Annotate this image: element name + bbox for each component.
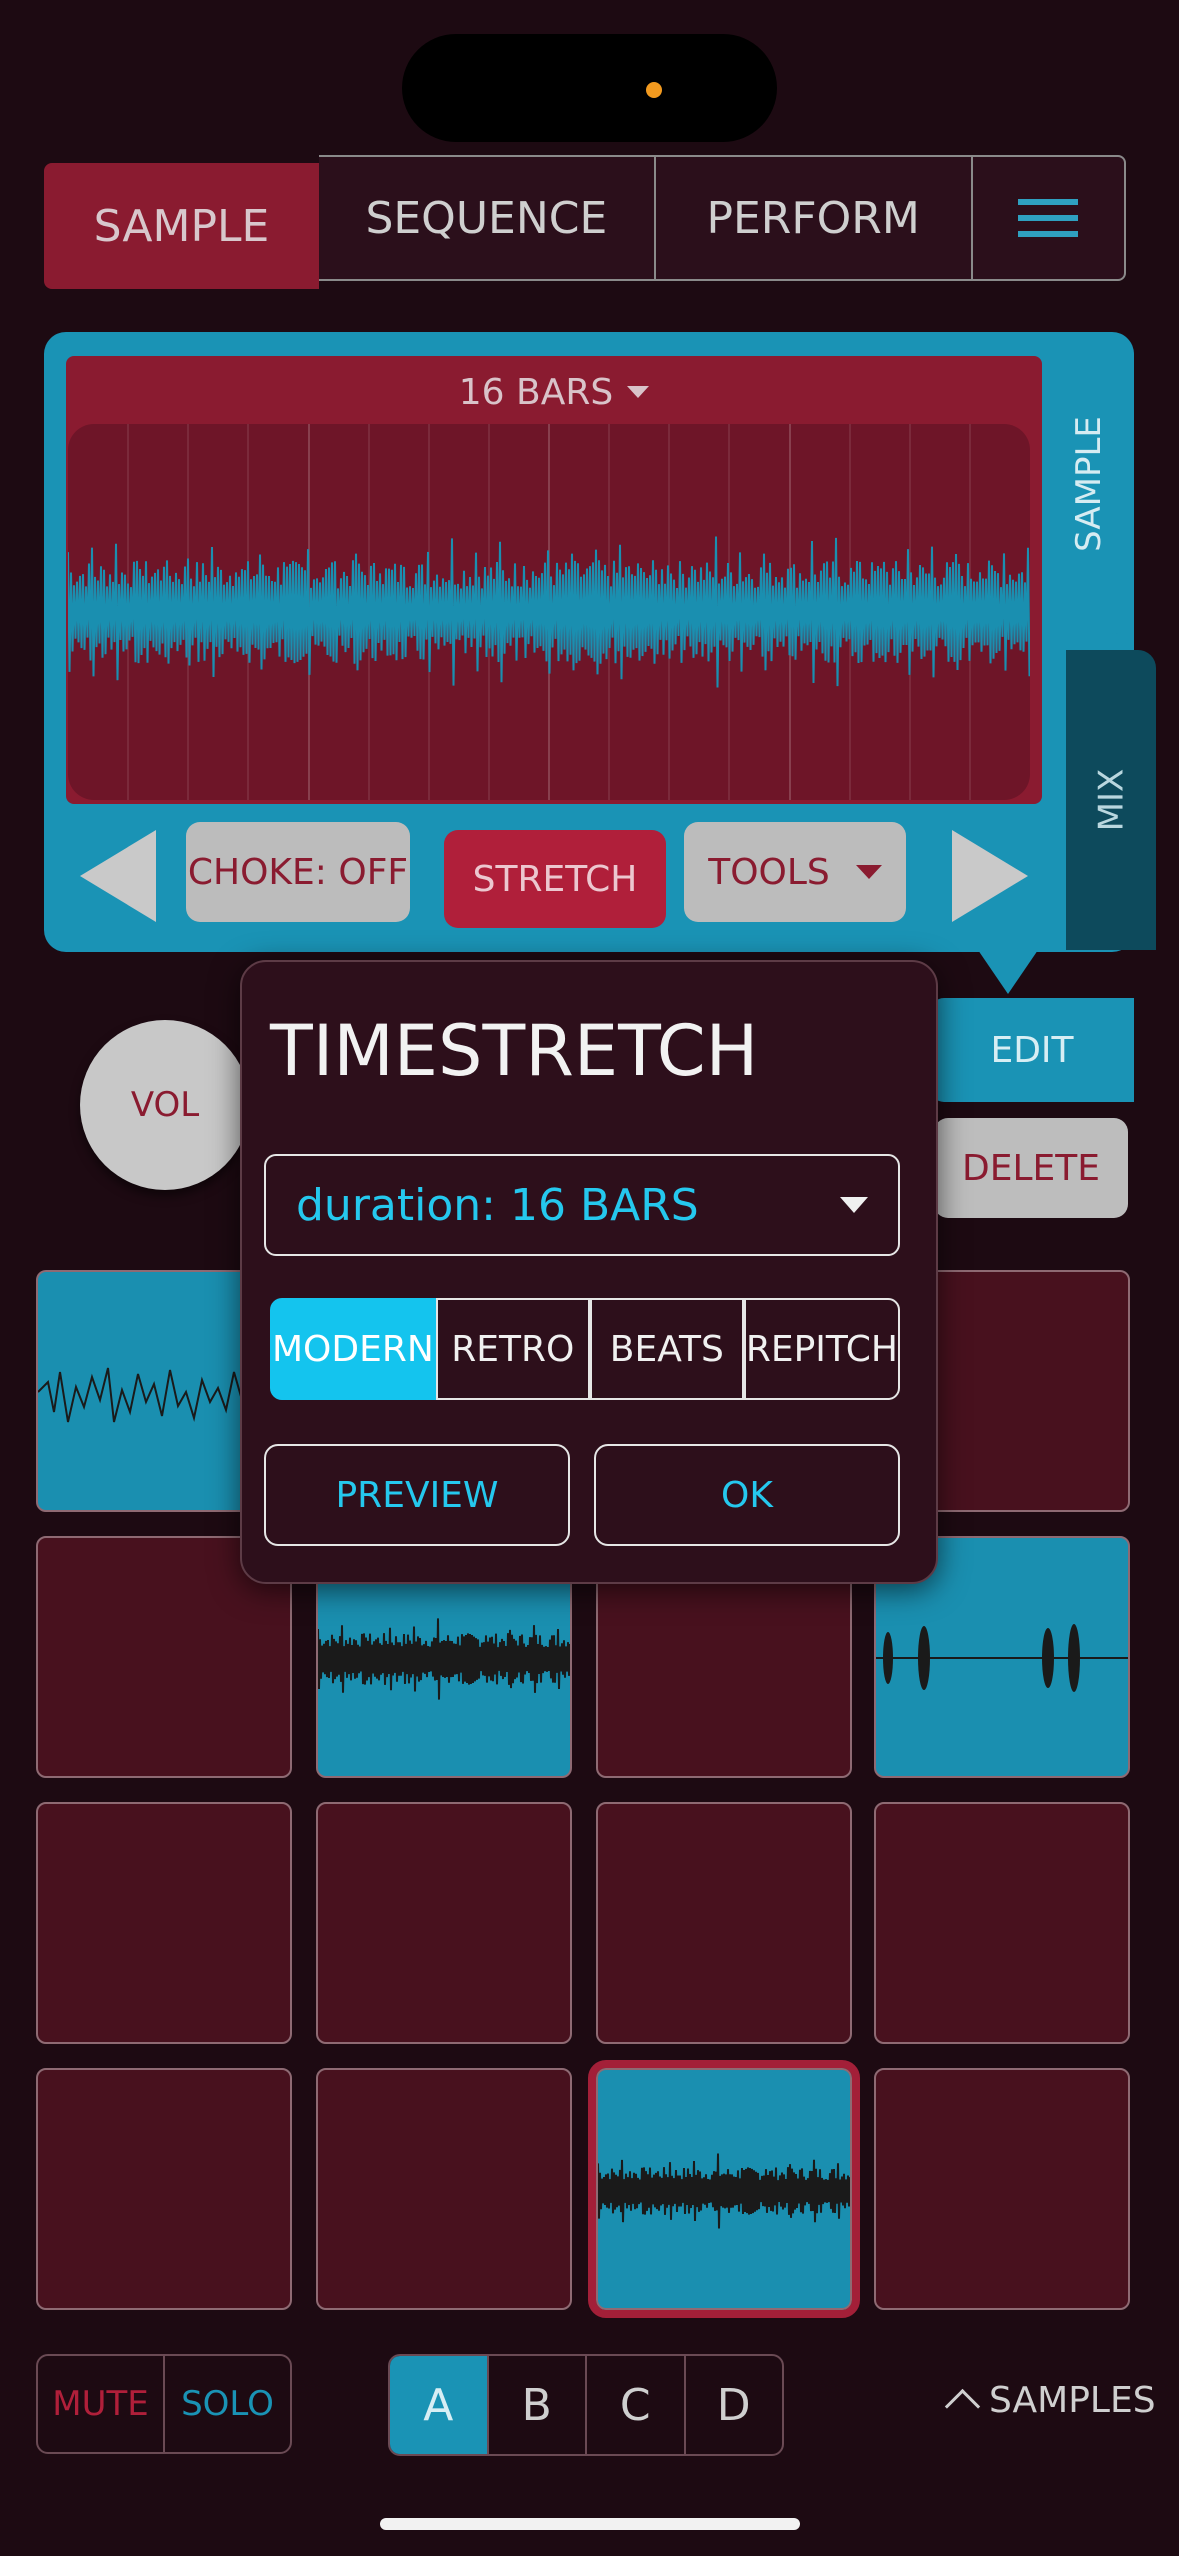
pad-14[interactable] bbox=[316, 2068, 572, 2310]
mode-tab-bar: SAMPLE SEQUENCE PERFORM bbox=[44, 155, 1126, 289]
pad-10[interactable] bbox=[316, 1802, 572, 2044]
pad-12[interactable] bbox=[874, 1802, 1130, 2044]
volume-label: VOL bbox=[130, 1085, 200, 1125]
previous-sample-button[interactable] bbox=[80, 830, 156, 922]
pad-9[interactable] bbox=[36, 1802, 292, 2044]
bank-c[interactable]: C bbox=[585, 2356, 684, 2454]
waveform-graphic bbox=[68, 424, 1030, 800]
hamburger-icon bbox=[1018, 189, 1079, 247]
volume-knob[interactable]: VOL bbox=[80, 1020, 250, 1190]
side-tab-mix[interactable]: MIX bbox=[1066, 650, 1156, 950]
mute-solo-group: MUTE SOLO bbox=[36, 2354, 292, 2454]
tab-sample[interactable]: SAMPLE bbox=[44, 163, 319, 289]
choke-toggle-button[interactable]: CHOKE: OFF bbox=[186, 822, 410, 922]
chevron-down-icon bbox=[627, 386, 650, 398]
dialog-title: TIMESTRETCH bbox=[270, 1010, 759, 1092]
tools-label: TOOLS bbox=[708, 851, 830, 893]
delete-button[interactable]: DELETE bbox=[934, 1118, 1128, 1218]
mute-label: MUTE bbox=[52, 2384, 149, 2424]
edit-label: EDIT bbox=[990, 1029, 1074, 1071]
bars-length-label: 16 BARS bbox=[458, 371, 614, 413]
mute-button[interactable]: MUTE bbox=[38, 2356, 165, 2452]
mode-beats-label: BEATS bbox=[609, 1328, 724, 1370]
ok-label: OK bbox=[721, 1474, 773, 1516]
tab-perform-label: PERFORM bbox=[706, 192, 920, 244]
stretch-label: STRETCH bbox=[472, 858, 638, 900]
dynamic-island bbox=[402, 34, 777, 142]
next-sample-button[interactable] bbox=[952, 830, 1028, 922]
mode-retro[interactable]: RETRO bbox=[435, 1298, 590, 1400]
pad-15-selected[interactable] bbox=[588, 2060, 860, 2318]
bars-length-dropdown[interactable]: 16 BARS bbox=[66, 364, 1042, 420]
bank-d[interactable]: D bbox=[683, 2356, 783, 2454]
tab-sequence[interactable]: SEQUENCE bbox=[318, 155, 656, 281]
preview-button[interactable]: PREVIEW bbox=[264, 1444, 570, 1546]
mode-repitch[interactable]: REPITCH bbox=[743, 1298, 900, 1400]
pad-13[interactable] bbox=[36, 2068, 292, 2310]
tab-perform[interactable]: PERFORM bbox=[655, 155, 973, 281]
privacy-indicator-dot bbox=[646, 82, 662, 98]
ok-button[interactable]: OK bbox=[594, 1444, 900, 1546]
home-indicator[interactable] bbox=[380, 2518, 800, 2530]
pad-waveform-graphic bbox=[598, 2153, 850, 2229]
solo-label: SOLO bbox=[181, 2384, 274, 2424]
bank-a-label: A bbox=[423, 2379, 454, 2431]
side-tab-mix-label: MIX bbox=[1091, 768, 1131, 832]
solo-button[interactable]: SOLO bbox=[165, 2356, 290, 2452]
bank-c-label: C bbox=[619, 2379, 651, 2431]
bank-b[interactable]: B bbox=[486, 2356, 586, 2454]
panel-pointer bbox=[978, 950, 1038, 994]
duration-value: duration: 16 BARS bbox=[296, 1179, 699, 1231]
tools-dropdown-button[interactable]: TOOLS bbox=[684, 822, 906, 922]
choke-label: CHOKE: OFF bbox=[187, 851, 409, 893]
side-tab-sample[interactable]: SAMPLE bbox=[1044, 334, 1134, 634]
stretch-button[interactable]: STRETCH bbox=[444, 830, 666, 928]
bank-b-label: B bbox=[521, 2379, 552, 2431]
pad-16[interactable] bbox=[874, 2068, 1130, 2310]
side-tab-sample-label: SAMPLE bbox=[1069, 416, 1110, 552]
mode-beats[interactable]: BEATS bbox=[589, 1298, 744, 1400]
tab-sample-label: SAMPLE bbox=[93, 200, 270, 252]
bank-selector: A B C D bbox=[388, 2354, 784, 2456]
menu-button[interactable] bbox=[972, 155, 1126, 281]
stretch-mode-selector: MODERN RETRO BEATS REPITCH bbox=[270, 1298, 900, 1400]
bank-d-label: D bbox=[716, 2379, 751, 2431]
samples-label: SAMPLES bbox=[989, 2380, 1156, 2421]
mode-modern-label: MODERN bbox=[272, 1328, 434, 1370]
chevron-down-icon bbox=[840, 1197, 868, 1213]
mode-repitch-label: REPITCH bbox=[745, 1328, 898, 1370]
pad-11[interactable] bbox=[596, 1802, 852, 2044]
tab-sequence-label: SEQUENCE bbox=[365, 192, 608, 244]
edit-button[interactable]: EDIT bbox=[930, 998, 1134, 1102]
bank-a[interactable]: A bbox=[390, 2356, 487, 2454]
mode-retro-label: RETRO bbox=[451, 1328, 575, 1370]
chevron-up-icon bbox=[944, 2388, 981, 2425]
delete-label: DELETE bbox=[961, 1147, 1100, 1189]
sample-waveform[interactable] bbox=[68, 424, 1030, 800]
preview-label: PREVIEW bbox=[335, 1474, 499, 1516]
samples-drawer-toggle[interactable]: SAMPLES bbox=[944, 2380, 1156, 2425]
chevron-down-icon bbox=[855, 865, 882, 879]
mode-modern[interactable]: MODERN bbox=[270, 1298, 436, 1400]
duration-dropdown[interactable]: duration: 16 BARS bbox=[264, 1154, 900, 1256]
